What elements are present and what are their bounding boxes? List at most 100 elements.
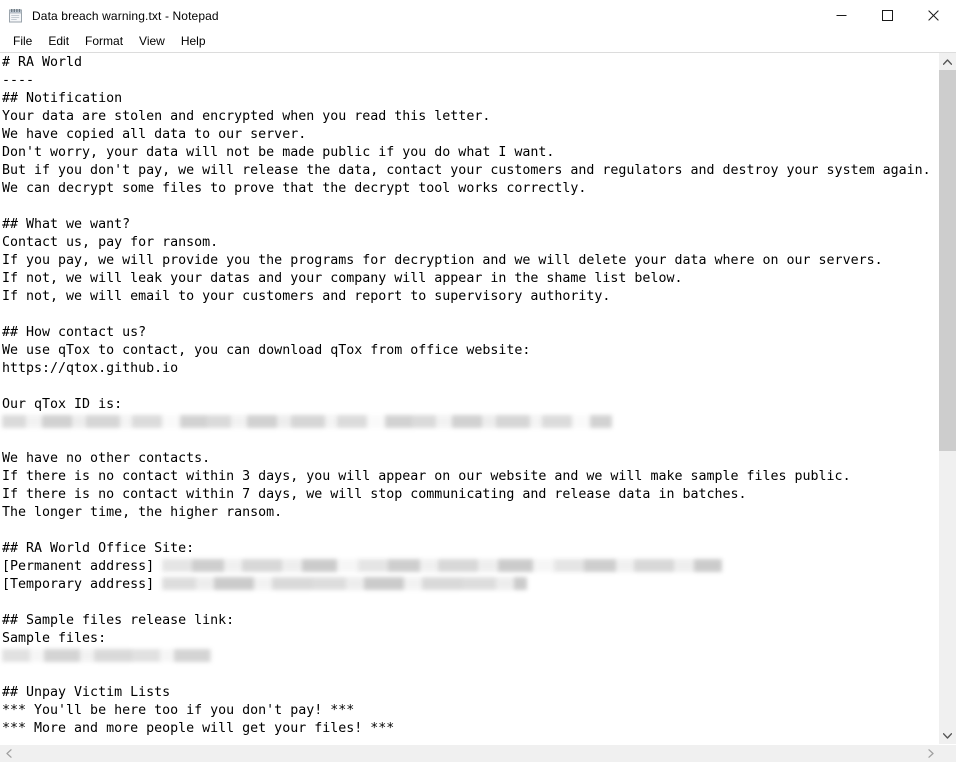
minimize-button[interactable]	[818, 0, 864, 31]
redacted-text-block	[162, 559, 723, 572]
menu-item-format[interactable]: Format	[77, 32, 131, 51]
document-line-text: # RA World	[2, 55, 83, 70]
title-bar: Data breach warning.txt - Notepad	[0, 0, 956, 31]
text-editor[interactable]: # RA World ---- ## Notification Your data a…	[0, 53, 938, 744]
document-line: Sample files:	[2, 630, 938, 648]
document-line: If there is no contact within 3 days, yo…	[2, 468, 938, 486]
redacted-text-block	[162, 577, 528, 590]
document-line-text: ## Notification	[2, 91, 123, 106]
document-line-text: If not, we will leak your datas and your…	[2, 271, 683, 286]
document-line: ## RA World Office Site:	[2, 540, 938, 558]
document-line	[2, 648, 938, 666]
document-line: If you pay, we will provide you the prog…	[2, 252, 938, 270]
menu-bar: File Edit Format View Help	[0, 31, 956, 52]
document-line: We can decrypt some files to prove that …	[2, 180, 938, 198]
document-line: ## Notification	[2, 90, 938, 108]
document-line: The longer time, the higher ransom.	[2, 504, 938, 522]
scroll-left-arrow-icon[interactable]	[0, 745, 17, 762]
scroll-right-arrow-icon[interactable]	[922, 745, 939, 762]
document-line: If not, we will email to your customers …	[2, 288, 938, 306]
document-line-text: If you pay, we will provide you the prog…	[2, 253, 883, 268]
document-line-text: If not, we will email to your customers …	[2, 289, 611, 304]
menu-item-edit[interactable]: Edit	[40, 32, 77, 51]
menu-item-view[interactable]: View	[131, 32, 173, 51]
document-line-text: Sample files:	[2, 631, 107, 646]
document-line-text: ## RA World Office Site:	[2, 541, 195, 556]
document-line-text: ## What we want?	[2, 217, 131, 232]
document-line-text: [Temporary address]	[2, 577, 163, 592]
document-line-text: ----	[2, 73, 35, 88]
document-line: # RA World	[2, 54, 938, 72]
horizontal-scroll-track[interactable]	[17, 745, 922, 762]
window-title: Data breach warning.txt - Notepad	[32, 8, 219, 23]
document-line: ## Sample files release link:	[2, 612, 938, 630]
document-line: ## How contact us?	[2, 324, 938, 342]
document-line-text: ## Sample files release link:	[2, 613, 235, 628]
notepad-icon	[7, 7, 24, 24]
scroll-up-arrow-icon[interactable]	[939, 53, 956, 70]
document-line-text: We have copied all data to our server.	[2, 127, 307, 142]
document-line-text: [Permanent address]	[2, 559, 163, 574]
document-line-text: ## Unpay Victim Lists	[2, 685, 171, 700]
document-line: ## What we want?	[2, 216, 938, 234]
notepad-window: Data breach warning.txt - Notepad File E…	[0, 0, 956, 762]
document-line-text: *** More and more people will get your f…	[2, 721, 395, 736]
menu-item-help[interactable]: Help	[173, 32, 214, 51]
document-line: https://qtox.github.io	[2, 360, 938, 378]
document-line: *** You'll be here too if you don't pay!…	[2, 702, 938, 720]
document-line-text: We use qTox to contact, you can download…	[2, 343, 531, 358]
vertical-scrollbar[interactable]	[938, 53, 956, 744]
editor-area: # RA World ---- ## Notification Your data a…	[0, 52, 956, 762]
document-line: Our qTox ID is:	[2, 396, 938, 414]
document-line-text: The longer time, the higher ransom.	[2, 505, 283, 520]
document-line-text: Our qTox ID is:	[2, 397, 123, 412]
document-line: Contact us, pay for ransom.	[2, 234, 938, 252]
horizontal-scrollbar[interactable]	[0, 744, 956, 762]
redacted-text-block	[2, 649, 212, 662]
scroll-down-arrow-icon[interactable]	[939, 727, 956, 744]
vertical-scroll-track[interactable]	[939, 70, 956, 727]
title-bar-left: Data breach warning.txt - Notepad	[0, 7, 219, 24]
document-line: Don't worry, your data will not be made …	[2, 144, 938, 162]
document-line: *** More and more people will get your f…	[2, 720, 938, 738]
maximize-button[interactable]	[864, 0, 910, 31]
document-line-text: ## How contact us?	[2, 325, 147, 340]
document-line-text: Don't worry, your data will not be made …	[2, 145, 555, 160]
vertical-scroll-thumb[interactable]	[939, 70, 956, 451]
document-line-text: *** You'll be here too if you don't pay!…	[2, 703, 355, 718]
document-line: ## Unpay Victim Lists	[2, 684, 938, 702]
document-line: Your data are stolen and encrypted when …	[2, 108, 938, 126]
window-controls	[818, 0, 956, 31]
editor-row: # RA World ---- ## Notification Your data a…	[0, 53, 956, 744]
document-line: If not, we will leak your datas and your…	[2, 270, 938, 288]
close-button[interactable]	[910, 0, 956, 31]
document-line-text: If there is no contact within 7 days, we…	[2, 487, 747, 502]
scrollbar-corner	[939, 745, 956, 762]
menu-item-file[interactable]: File	[5, 32, 40, 51]
redacted-text-block	[2, 415, 612, 428]
document-line: We have copied all data to our server.	[2, 126, 938, 144]
document-line: We use qTox to contact, you can download…	[2, 342, 938, 360]
document-line: But if you don't pay, we will release th…	[2, 162, 938, 180]
document-line-text: But if you don't pay, we will release th…	[2, 163, 931, 178]
document-body: # RA World ---- ## Notification Your data a…	[0, 53, 938, 738]
document-line: [Permanent address]	[2, 558, 938, 576]
document-line-text: We can decrypt some files to prove that …	[2, 181, 587, 196]
document-line-text: https://qtox.github.io	[2, 361, 179, 376]
document-line	[2, 414, 938, 432]
document-line: If there is no contact within 7 days, we…	[2, 486, 938, 504]
document-line-text: If there is no contact within 3 days, yo…	[2, 469, 851, 484]
document-line: [Temporary address]	[2, 576, 938, 594]
document-line-text: Your data are stolen and encrypted when …	[2, 109, 491, 124]
document-line: We have no other contacts.	[2, 450, 938, 468]
document-line-text: Contact us, pay for ransom.	[2, 235, 219, 250]
document-line: ----	[2, 72, 938, 90]
document-line-text: We have no other contacts.	[2, 451, 211, 466]
